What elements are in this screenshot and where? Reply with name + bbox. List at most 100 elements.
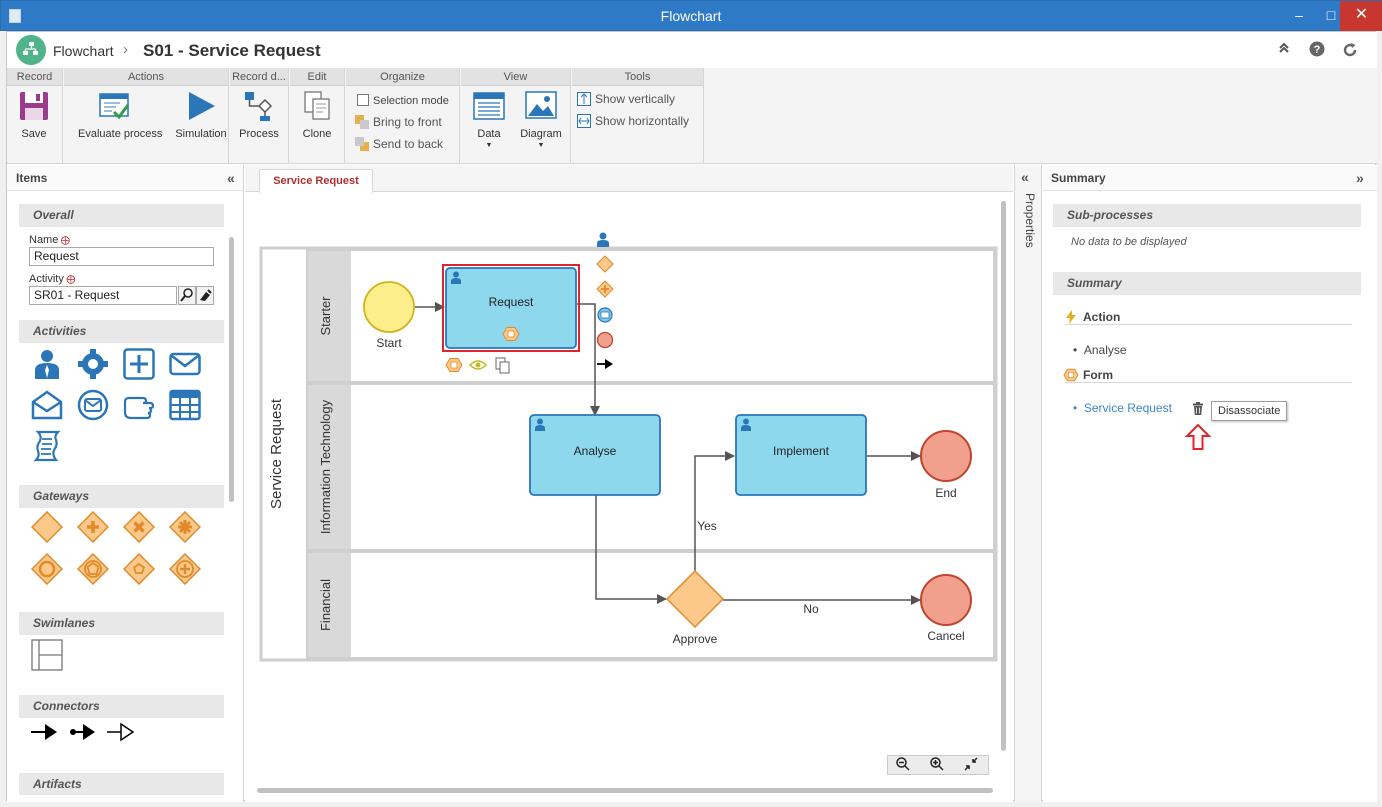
canvas-horizontal-scrollbar[interactable] bbox=[257, 788, 993, 793]
pointer-arrow-up-icon bbox=[1185, 424, 1211, 450]
zoom-out-button[interactable] bbox=[892, 757, 914, 773]
collapse-left-icon[interactable]: « bbox=[227, 170, 235, 186]
overall-section-header[interactable]: Overall bbox=[19, 204, 224, 227]
activities-section-header[interactable]: Activities bbox=[19, 320, 224, 343]
properties-collapsed-panel[interactable]: « Properties bbox=[1014, 165, 1042, 802]
clone-button[interactable]: Clone bbox=[301, 90, 333, 140]
minimize-button[interactable]: – bbox=[1284, 1, 1314, 31]
edge-label-yes: Yes bbox=[697, 519, 717, 533]
summary-panel: Summary » Sub-processes No data to be di… bbox=[1043, 165, 1377, 802]
bring-to-front-button[interactable]: Bring to front bbox=[355, 113, 442, 131]
data-dropdown-button[interactable]: Data ▼ bbox=[473, 90, 505, 149]
refresh-icon[interactable] bbox=[1341, 41, 1359, 59]
sequence-flow-icon[interactable] bbox=[31, 722, 59, 742]
process-icon bbox=[245, 92, 273, 121]
zoom-in-icon bbox=[930, 757, 944, 771]
ribbon-group-organize: Organize Selection mode Bring to front S… bbox=[346, 68, 460, 163]
event-based-gateway-icon[interactable] bbox=[77, 553, 109, 585]
end-event-label: End bbox=[935, 486, 956, 500]
search-icon bbox=[180, 288, 193, 302]
zoom-in-button[interactable] bbox=[926, 757, 948, 773]
subprocess-icon[interactable] bbox=[123, 348, 155, 380]
fit-to-screen-button[interactable] bbox=[960, 757, 982, 773]
parallel-event-gateway-icon[interactable] bbox=[169, 553, 201, 585]
simulation-button[interactable]: Simulation bbox=[175, 90, 227, 140]
diagram-dropdown-button[interactable]: Diagram ▼ bbox=[520, 90, 562, 149]
process-button[interactable]: Process bbox=[239, 90, 279, 140]
lane-financial[interactable] bbox=[306, 551, 995, 659]
evaluate-process-label: Evaluate process bbox=[78, 128, 163, 140]
activity-clear-button[interactable] bbox=[196, 286, 214, 305]
group-title: View bbox=[461, 68, 570, 86]
window-title: Flowchart bbox=[660, 8, 722, 24]
user-task-icon[interactable] bbox=[31, 348, 63, 380]
expand-left-icon[interactable]: « bbox=[1021, 169, 1029, 185]
send-to-back-icon bbox=[355, 136, 369, 151]
business-rule-table-icon[interactable] bbox=[169, 389, 201, 421]
swimlane-icon[interactable] bbox=[31, 639, 63, 671]
start-event[interactable] bbox=[363, 281, 415, 333]
exclusive-x-gateway-icon[interactable] bbox=[123, 511, 155, 543]
breadcrumb-flowchart[interactable]: Flowchart bbox=[53, 43, 114, 59]
trash-icon[interactable] bbox=[1192, 402, 1204, 415]
show-vertically-button[interactable]: Show vertically bbox=[577, 90, 675, 108]
activity-search-button[interactable] bbox=[178, 286, 196, 305]
end-event[interactable] bbox=[920, 430, 972, 482]
group-title: Organize bbox=[346, 68, 459, 86]
subprocesses-section-header[interactable]: Sub-processes bbox=[1053, 204, 1361, 227]
connectors-section-header[interactable]: Connectors bbox=[19, 695, 224, 718]
exclusive-gateway-icon[interactable] bbox=[31, 511, 63, 543]
form-context-icon[interactable] bbox=[445, 358, 463, 372]
artifacts-section-header[interactable]: Artifacts bbox=[19, 773, 224, 795]
add-user-task-icon[interactable] bbox=[597, 232, 609, 248]
script-task-icon[interactable] bbox=[31, 430, 63, 462]
disassociate-tooltip: Disassociate bbox=[1211, 401, 1288, 421]
receive-message-icon[interactable] bbox=[31, 389, 63, 421]
activity-label-text: Activity bbox=[29, 273, 64, 285]
collapse-up-icon[interactable] bbox=[1275, 41, 1293, 59]
show-vertically-label: Show vertically bbox=[595, 92, 676, 106]
show-horizontally-icon bbox=[577, 113, 591, 128]
tab-service-request[interactable]: Service Request bbox=[259, 169, 373, 193]
help-icon[interactable]: ? bbox=[1308, 41, 1326, 59]
ribbon-group-tools: Tools Show vertically Show horizontally bbox=[572, 68, 704, 163]
bring-to-front-label: Bring to front bbox=[373, 115, 442, 129]
send-message-icon[interactable] bbox=[169, 348, 201, 380]
association-icon[interactable] bbox=[107, 722, 135, 742]
ribbon-group-view: View Data ▼ Diagram ▼ bbox=[461, 68, 571, 163]
summary-section-header[interactable]: Summary bbox=[1053, 272, 1361, 295]
collapse-right-icon[interactable]: » bbox=[1356, 170, 1364, 186]
parallel-gateway-icon[interactable] bbox=[77, 511, 109, 543]
evaluate-process-button[interactable]: Evaluate process bbox=[78, 90, 162, 140]
add-end-event-icon[interactable] bbox=[596, 331, 614, 349]
window-titlebar: Flowchart – □ ✕ bbox=[0, 0, 1382, 31]
gateways-section-header[interactable]: Gateways bbox=[19, 485, 224, 508]
add-message-event-icon[interactable] bbox=[597, 307, 613, 323]
send-to-back-button[interactable]: Send to back bbox=[355, 135, 443, 153]
activity-input[interactable]: SR01 - Request bbox=[29, 286, 177, 305]
canvas-vertical-scrollbar[interactable] bbox=[1001, 201, 1006, 751]
service-task-gear-icon[interactable] bbox=[77, 348, 109, 380]
task-implement-label: Implement bbox=[773, 444, 830, 458]
ribbon-group-record: Record Save bbox=[7, 68, 63, 163]
app-logo-icon bbox=[16, 35, 46, 65]
evaluate-process-icon bbox=[99, 93, 130, 120]
swimlanes-section-header[interactable]: Swimlanes bbox=[19, 612, 224, 635]
selection-mode-label: Selection mode bbox=[373, 95, 449, 107]
message-event-icon[interactable] bbox=[77, 389, 109, 421]
form-item-link[interactable]: Service Request bbox=[1084, 401, 1172, 415]
name-input[interactable]: Request bbox=[29, 247, 214, 266]
cancel-end-event[interactable] bbox=[920, 574, 972, 626]
exclusive-event-gateway-icon[interactable] bbox=[123, 553, 155, 585]
diagram-canvas[interactable]: Service Request Starter Information Tech… bbox=[245, 192, 1013, 802]
manual-task-hand-icon[interactable] bbox=[123, 389, 155, 421]
items-scrollbar[interactable] bbox=[229, 237, 234, 502]
selection-mode-checkbox[interactable]: Selection mode bbox=[357, 91, 449, 109]
close-button[interactable]: ✕ bbox=[1340, 1, 1382, 31]
message-flow-icon[interactable] bbox=[69, 722, 97, 742]
complex-gateway-icon[interactable] bbox=[169, 511, 201, 543]
show-horizontally-button[interactable]: Show horizontally bbox=[577, 112, 689, 130]
save-button[interactable]: Save bbox=[18, 90, 50, 140]
view-eye-icon[interactable] bbox=[468, 360, 488, 370]
inclusive-gateway-icon[interactable] bbox=[31, 553, 63, 585]
